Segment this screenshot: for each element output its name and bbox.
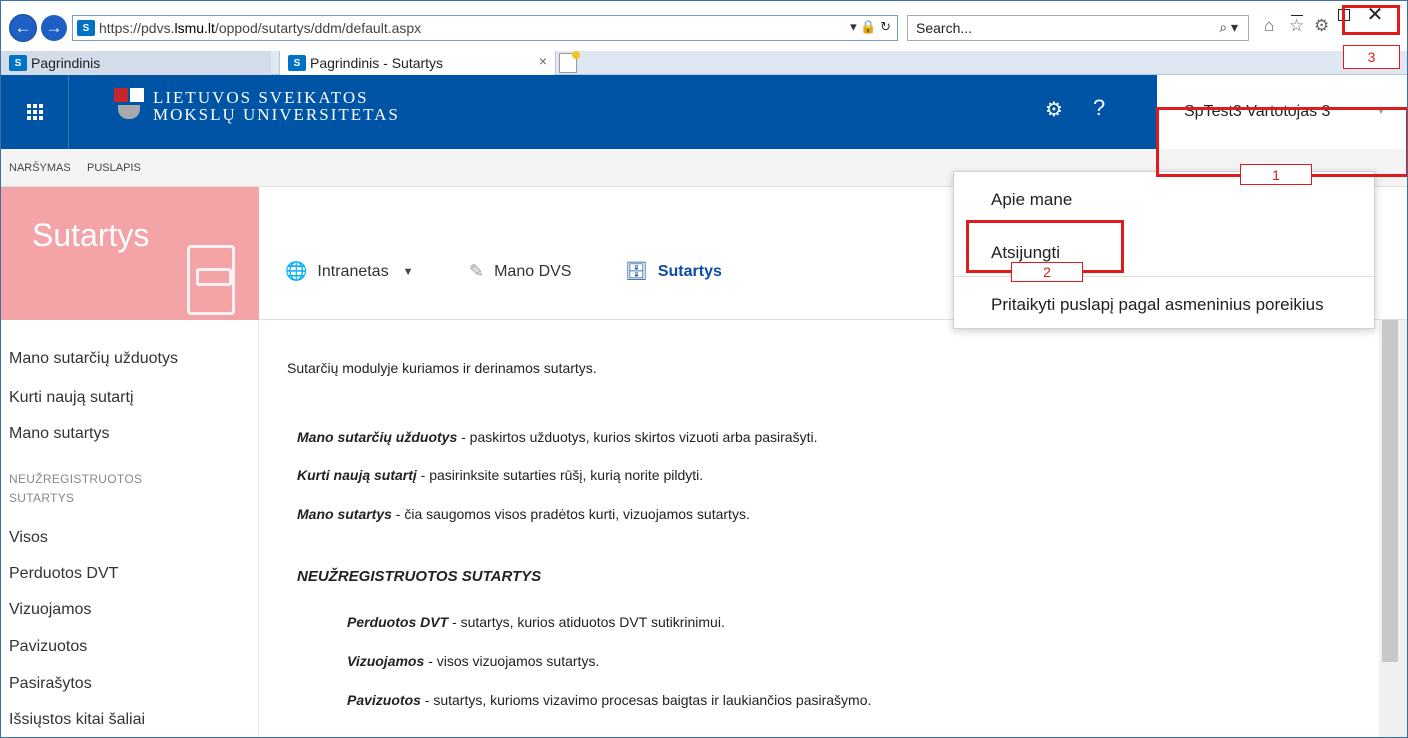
content-subline: Vizuojamos - visos vizuojamos sutartys. xyxy=(347,653,600,669)
leftnav-item-all[interactable]: Visos xyxy=(9,529,48,547)
leftnav-item-visaed[interactable]: Pavizuotos xyxy=(9,638,87,656)
ribbon-tab-page[interactable]: PUSLAPIS xyxy=(87,162,141,174)
university-name[interactable]: LIETUVOS SVEIKATOS MOKSLŲ UNIVERSITETAS xyxy=(153,89,400,123)
leftnav-item-create-contract[interactable]: Kurti naują sutartį xyxy=(9,389,134,407)
forward-button[interactable]: → xyxy=(41,15,67,41)
favorites-star-icon[interactable]: ☆ xyxy=(1289,16,1304,36)
globe-icon: 🌐 xyxy=(285,261,308,281)
inbox-icon: 🗄 xyxy=(625,261,648,281)
search-icon[interactable]: ⌕ ▾ xyxy=(1219,19,1238,36)
topnav-intranet[interactable]: 🌐 Intranetas ▼ xyxy=(285,261,413,282)
leftnav-item-visas[interactable]: Vizuojamos xyxy=(9,601,91,619)
address-bar[interactable]: S https://pdvs.lsmu.lt/oppod/sutartys/dd… xyxy=(72,15,898,41)
university-crest-logo[interactable] xyxy=(114,88,144,122)
leftnav-item-transferred[interactable]: Perduotos DVT xyxy=(9,565,118,583)
home-icon[interactable]: ⌂ xyxy=(1264,16,1274,36)
annotation-label-1: 1 xyxy=(1240,164,1312,185)
leftnav-item-signed[interactable]: Pasirašytos xyxy=(9,675,92,693)
vertical-scrollbar[interactable] xyxy=(1379,320,1407,737)
menu-item-about-me[interactable]: Apie mane xyxy=(991,190,1072,210)
content-subline: Pavizuotos - sutartys, kurioms vizavimo … xyxy=(347,692,872,708)
navigation-bar: ← → S https://pdvs.lsmu.lt/oppod/sutarty… xyxy=(1,1,1407,51)
close-tab-icon[interactable]: × xyxy=(539,53,547,69)
site-title[interactable]: Sutartys xyxy=(32,217,149,254)
annotation-label-2: 2 xyxy=(1011,262,1083,282)
leftnav-item-my-contracts[interactable]: Mano sutartys xyxy=(9,425,109,443)
sharepoint-favicon-icon: S xyxy=(288,55,306,71)
back-button[interactable]: ← xyxy=(9,14,37,42)
section-heading: NEUŽREGISTRUOTOS SUTARTYS xyxy=(297,568,542,585)
browser-window: ✕ ← → S https://pdvs.lsmu.lt/oppod/sutar… xyxy=(0,0,1408,738)
scrollbar-thumb[interactable] xyxy=(1382,320,1398,662)
tools-icon: ✎ xyxy=(469,261,485,281)
content-line: Mano sutartys - čia saugomos visos pradė… xyxy=(297,506,750,522)
main-content: Sutarčių modulyje kuriamos ir derinamos … xyxy=(259,320,1379,737)
help-icon[interactable]: ? xyxy=(1093,95,1105,121)
search-input[interactable]: Search... ⌕ ▾ xyxy=(907,15,1249,41)
leftnav-heading[interactable]: NEUŽREGISTRUOTOS SUTARTYS xyxy=(9,470,209,508)
quick-launch: Mano sutarčių užduotys Kurti naują sutar… xyxy=(1,320,259,737)
topnav-contracts[interactable]: 🗄 Sutartys xyxy=(625,261,722,282)
archive-cabinet-icon xyxy=(187,245,235,315)
annotation-box-close xyxy=(1342,5,1400,35)
site-title-block: Sutartys xyxy=(1,187,259,320)
back-arrow-icon: ← xyxy=(14,18,32,37)
intro-text: Sutarčių modulyje kuriamos ir derinamos … xyxy=(287,360,597,376)
content-line: Kurti naują sutartį - pasirinksite sutar… xyxy=(297,467,704,483)
address-tools[interactable]: ▾ 🔒 ↻ xyxy=(850,19,891,35)
ribbon-tab-browse[interactable]: NARŠYMAS xyxy=(9,162,71,174)
tab-pagrindinis[interactable]: S Pagrindinis xyxy=(1,51,271,75)
new-tab-button[interactable] xyxy=(559,51,580,73)
chevron-down-icon[interactable]: ▼ xyxy=(403,266,414,278)
annotation-label-3: 3 xyxy=(1343,45,1400,69)
sharepoint-favicon-icon: S xyxy=(77,20,95,36)
content-line: Mano sutarčių užduotys - paskirtos užduo… xyxy=(297,429,818,445)
waffle-icon xyxy=(26,104,43,120)
menu-item-personalize[interactable]: Pritaikyti puslapį pagal asmeninius pore… xyxy=(991,295,1324,315)
url-text: https://pdvs.lsmu.lt/oppod/sutartys/ddm/… xyxy=(99,20,422,36)
settings-gear-icon[interactable]: ⚙ xyxy=(1045,97,1063,122)
tab-pagrindinis-sutartys[interactable]: S Pagrindinis - Sutartys × xyxy=(279,51,556,75)
tab-strip: S Pagrindinis S Pagrindinis - Sutartys × xyxy=(1,51,1407,75)
forward-arrow-icon: → xyxy=(45,18,63,37)
app-launcher-button[interactable] xyxy=(1,75,69,149)
leftnav-item-sent[interactable]: Išsiųstos kitai šaliai xyxy=(9,711,145,729)
sharepoint-favicon-icon: S xyxy=(9,55,27,71)
leftnav-item-my-tasks[interactable]: Mano sutarčių užduotys xyxy=(9,350,178,368)
topnav-my-dvs[interactable]: ✎ Mano DVS xyxy=(469,261,571,282)
tools-gear-icon[interactable]: ⚙ xyxy=(1314,16,1329,36)
content-subline: Perduotos DVT - sutartys, kurios atiduot… xyxy=(347,614,725,630)
